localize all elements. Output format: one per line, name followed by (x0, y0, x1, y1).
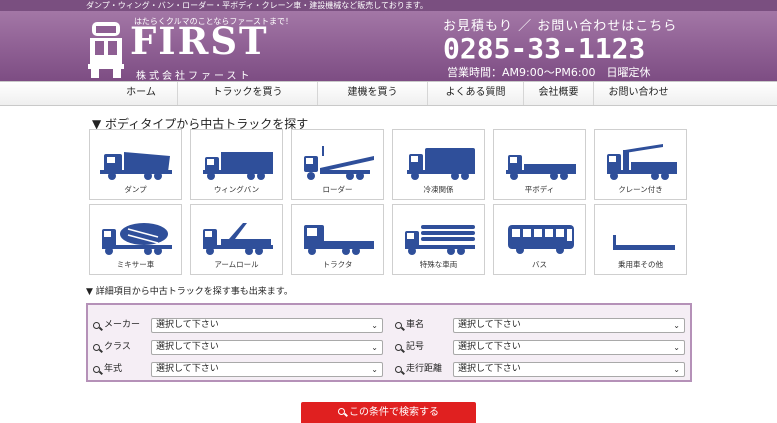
car-name-select[interactable]: 選択して下さい ⌄ (453, 318, 685, 333)
site-logo[interactable]: はたらくクルマのことならファーストまで！ FIRST 株式会社ファースト (86, 15, 293, 82)
wing-van-icon (203, 152, 273, 180)
body-type-refrigerated[interactable]: 冷凍関係 (392, 129, 485, 200)
maker-select[interactable]: 選択して下さい ⌄ (151, 318, 383, 333)
top-info-text: ダンプ・ウィング・バン・ローダー・平ボディ・クレーン車・建設機械など販売しており… (86, 1, 428, 10)
body-type-label: バス (532, 260, 547, 269)
mixer-truck-icon (102, 223, 172, 255)
body-type-tractor[interactable]: トラクタ (291, 204, 384, 275)
site-header: はたらくクルマのことならファーストまで！ FIRST 株式会社ファースト お見積… (0, 11, 777, 82)
model-code-select[interactable]: 選択して下さい ⌄ (453, 340, 685, 355)
body-type-wing-van[interactable]: ウィングバン (190, 129, 283, 200)
dump-truck-icon (100, 152, 172, 180)
body-type-label: ミキサー車 (116, 260, 155, 269)
body-type-bus[interactable]: バス (493, 204, 586, 275)
chevron-down-icon: ⌄ (371, 365, 378, 374)
body-type-flatbed[interactable]: 平ボディ (493, 129, 586, 200)
refrigerated-truck-icon (407, 148, 475, 180)
worker-truck-logo-icon (88, 22, 124, 78)
body-type-label: ウィングバン (213, 185, 260, 194)
search-icon (338, 408, 345, 415)
other-vehicle-icon (613, 235, 675, 250)
class-select[interactable]: 選択して下さい ⌄ (151, 340, 383, 355)
contact-block: お見積もり ／ お問い合わせはこちら 0285-33-1123 営業時間：AM9… (443, 15, 693, 80)
search-icon (93, 366, 100, 373)
crane-truck-icon (607, 144, 677, 180)
body-type-dump[interactable]: ダンプ (89, 129, 182, 200)
body-type-grid: ダンプ ウィングバン ローダー 冷凍関係 平ボディ クレーン付き ミキサー車 ア… (89, 129, 689, 275)
loader-truck-icon (304, 146, 374, 180)
body-type-mixer[interactable]: ミキサー車 (89, 204, 182, 275)
nav-faq[interactable]: よくある質問 (427, 82, 523, 105)
body-type-other[interactable]: 乗用車その他 (594, 204, 687, 275)
body-type-crane[interactable]: クレーン付き (594, 129, 687, 200)
class-field: クラス 選択して下さい ⌄ (93, 340, 383, 355)
search-icon (93, 344, 100, 351)
mileage-field: 走行距離 選択して下さい ⌄ (395, 362, 687, 377)
body-type-special[interactable]: 特殊な車両 (392, 204, 485, 275)
global-nav: ホーム トラックを買う 建機を買う よくある質問 会社概要 お問い合わせ (0, 81, 777, 106)
chevron-down-icon: ⌄ (371, 321, 378, 330)
maker-label: メーカー (104, 320, 141, 330)
body-type-label: ローダー (322, 185, 353, 194)
nav-company[interactable]: 会社概要 (523, 82, 593, 105)
body-type-label: 冷凍関係 (423, 185, 454, 194)
model-code-field: 記号 選択して下さい ⌄ (395, 340, 687, 355)
search-icon (93, 322, 100, 329)
body-type-label: アームロール (214, 260, 259, 269)
body-type-label: トラクタ (322, 260, 353, 269)
maker-field: メーカー 選択して下さい ⌄ (93, 318, 383, 333)
car-name-field: 車名 選択して下さい ⌄ (395, 318, 687, 333)
body-type-label: 特殊な車両 (419, 260, 458, 269)
detail-search-note: ▼ 詳細項目から中古トラックを探す事も出来ます。 (86, 287, 293, 297)
nav-buy-machinery[interactable]: 建機を買う (317, 82, 427, 105)
body-type-label: 乗用車その他 (618, 260, 663, 269)
mileage-select[interactable]: 選択して下さい ⌄ (453, 362, 685, 377)
nav-buy-truck[interactable]: トラックを買う (177, 82, 317, 105)
detail-search-panel: メーカー 選択して下さい ⌄ クラス 選択して下さい ⌄ 年式 選択して下さい ⌄ 車… (86, 303, 692, 382)
chevron-down-icon: ⌄ (673, 321, 680, 330)
business-hours: 営業時間：AM9:00～PM6:00 日曜定休 (447, 66, 651, 79)
phone-number[interactable]: 0285-33-1123 (443, 34, 693, 64)
body-type-label: 平ボディ (524, 185, 555, 194)
nav-home[interactable]: ホーム (105, 82, 177, 105)
chevron-down-icon: ⌄ (673, 343, 680, 352)
model-code-label: 記号 (406, 342, 425, 352)
chevron-down-icon: ⌄ (371, 343, 378, 352)
chevron-down-icon: ⌄ (673, 365, 680, 374)
mileage-label: 走行距離 (406, 364, 443, 374)
logo-name: FIRST (130, 19, 269, 63)
body-type-loader[interactable]: ローダー (291, 129, 384, 200)
year-label: 年式 (104, 364, 123, 374)
search-icon (395, 366, 402, 373)
car-name-label: 車名 (406, 320, 425, 330)
search-submit-button[interactable]: この条件で検索する (301, 402, 476, 423)
year-field: 年式 選択して下さい ⌄ (93, 362, 383, 377)
bus-icon (508, 225, 574, 254)
flatbed-truck-icon (506, 155, 576, 180)
logo-company-name: 株式会社ファースト (136, 71, 253, 82)
search-icon (395, 322, 402, 329)
class-label: クラス (104, 342, 131, 352)
special-vehicle-icon (405, 225, 475, 255)
top-info-bar: ダンプ・ウィング・バン・ローダー・平ボディ・クレーン車・建設機械など販売しており… (0, 0, 777, 11)
search-icon (395, 344, 402, 351)
year-select[interactable]: 選択して下さい ⌄ (151, 362, 383, 377)
body-type-arm-roll[interactable]: アームロール (190, 204, 283, 275)
body-type-label: クレーン付き (618, 185, 663, 194)
arm-roll-truck-icon (203, 223, 273, 255)
body-type-label: ダンプ (124, 185, 147, 194)
search-button-label: この条件で検索する (349, 407, 439, 418)
nav-contact[interactable]: お問い合わせ (593, 82, 683, 105)
tractor-head-icon (304, 225, 374, 255)
